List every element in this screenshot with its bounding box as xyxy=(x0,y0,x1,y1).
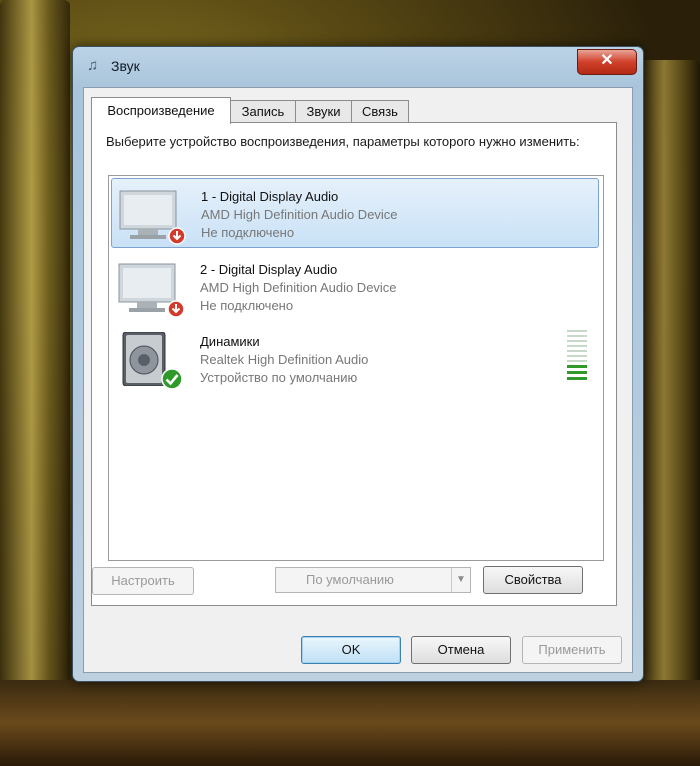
chevron-down-icon[interactable]: ▼ xyxy=(451,568,470,592)
device-status: Не подключено xyxy=(201,225,295,240)
tab-label: Связь xyxy=(362,104,398,119)
device-item-digital-display-1[interactable]: 1 - Digital Display Audio AMD High Defin… xyxy=(111,178,599,248)
background-floor xyxy=(0,680,700,766)
device-name: Динамики xyxy=(200,334,260,349)
disconnected-badge-icon xyxy=(167,300,185,318)
background-pipe-left xyxy=(0,0,70,766)
tab-recording[interactable]: Запись xyxy=(230,100,296,123)
device-name: 2 - Digital Display Audio xyxy=(200,262,338,277)
configure-button[interactable]: Настроить xyxy=(92,567,194,595)
instruction-text: Выберите устройство воспроизведения, пар… xyxy=(106,134,580,149)
device-status: Устройство по умолчанию xyxy=(200,370,358,385)
button-label: По умолчанию xyxy=(306,572,394,587)
background-pipe-right xyxy=(640,60,700,760)
close-button[interactable]: ✕ xyxy=(577,49,637,75)
device-item-digital-display-2[interactable]: 2 - Digital Display Audio AMD High Defin… xyxy=(111,252,597,320)
device-name: 1 - Digital Display Audio xyxy=(201,189,339,204)
button-label: Свойства xyxy=(504,572,562,587)
playback-panel: Выберите устройство воспроизведения, пар… xyxy=(91,122,617,606)
disconnected-badge-icon xyxy=(168,227,186,245)
properties-button[interactable]: Свойства xyxy=(483,566,583,594)
button-label: OK xyxy=(341,642,361,657)
tab-label: Запись xyxy=(241,104,285,119)
title-bar[interactable]: ♫ Звук ✕ xyxy=(73,47,643,91)
button-label: Настроить xyxy=(111,573,175,588)
close-icon: ✕ xyxy=(600,52,614,69)
device-description: AMD High Definition Audio Device xyxy=(201,207,398,222)
dialog-body: Воспроизведение Запись Звуки Связь Выбер… xyxy=(83,87,633,673)
tab-label: Звуки xyxy=(306,104,341,119)
set-default-dropdown[interactable]: По умолчанию ▼ xyxy=(275,567,471,593)
sound-app-icon: ♫ xyxy=(87,57,99,74)
device-list[interactable]: 1 - Digital Display Audio AMD High Defin… xyxy=(108,175,604,561)
device-description: Realtek High Definition Audio xyxy=(200,352,369,367)
cancel-button[interactable]: Отмена xyxy=(411,636,511,664)
tab-label: Воспроизведение xyxy=(107,103,215,118)
default-check-icon xyxy=(161,368,183,390)
tab-sounds[interactable]: Звуки xyxy=(295,100,352,123)
device-item-speakers[interactable]: Динамики Realtek High Definition Audio У… xyxy=(111,324,597,392)
window-title: Звук xyxy=(111,58,140,74)
button-label: Применить xyxy=(538,642,606,657)
apply-button[interactable]: Применить xyxy=(522,636,622,664)
tab-playback[interactable]: Воспроизведение xyxy=(91,97,231,124)
device-status: Не подключено xyxy=(200,298,294,313)
button-label: Отмена xyxy=(437,642,485,657)
sound-dialog: ♫ Звук ✕ Воспроизведение Запись Звуки Св… xyxy=(72,46,644,682)
volume-level-meter xyxy=(567,330,587,386)
ok-button[interactable]: OK xyxy=(301,636,401,664)
tab-communications[interactable]: Связь xyxy=(351,100,409,123)
device-description: AMD High Definition Audio Device xyxy=(200,280,397,295)
